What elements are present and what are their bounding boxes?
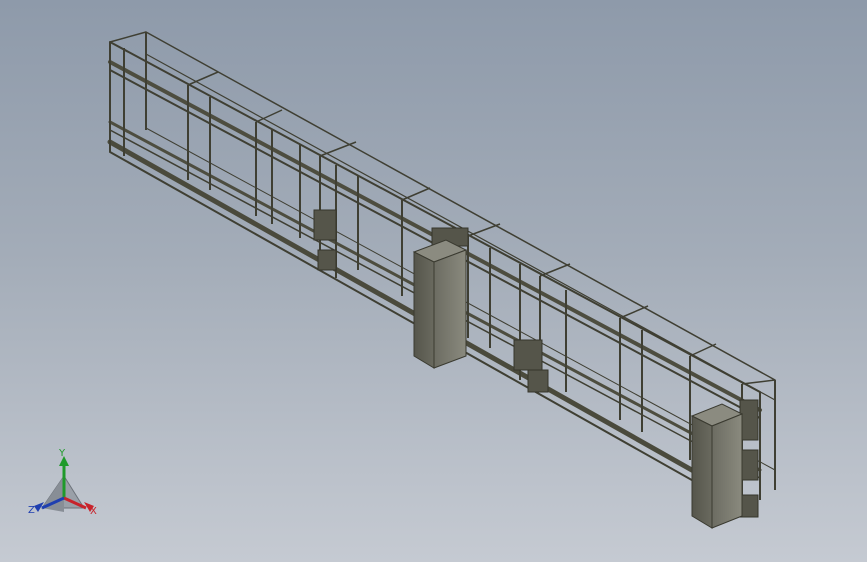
coordinate-triad: Y X Z	[22, 446, 106, 526]
y-axis-label: Y	[59, 448, 66, 459]
gantry-frame-model[interactable]	[0, 0, 867, 562]
x-axis-label: X	[90, 506, 97, 517]
z-axis-label: Z	[28, 505, 35, 516]
electrical-cabinet-1	[412, 239, 468, 369]
electrical-cabinet-2	[690, 403, 744, 529]
cad-viewport[interactable]: Y X Z	[0, 0, 867, 562]
